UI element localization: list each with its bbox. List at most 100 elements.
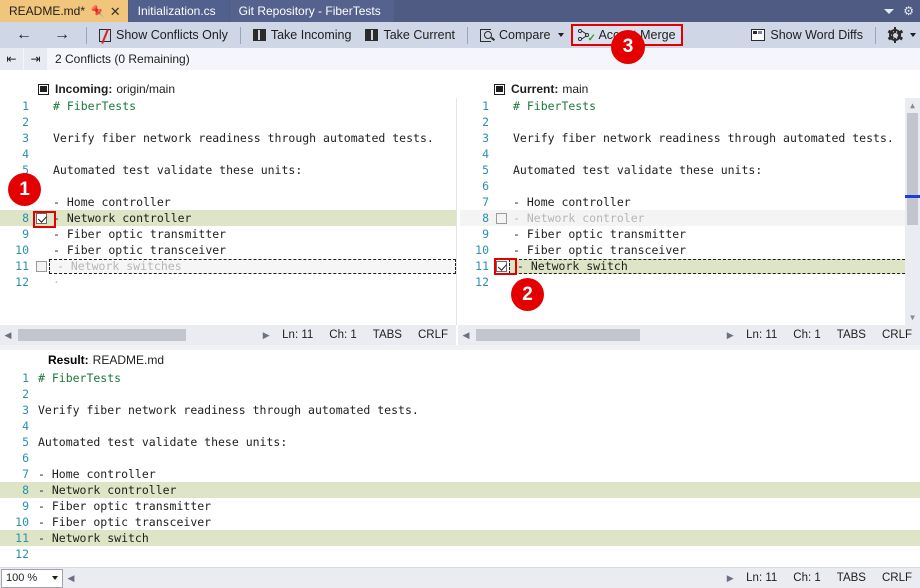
next-conflict-icon[interactable]: ⇥ [24, 48, 47, 70]
scrollbar-thumb[interactable] [907, 113, 918, 225]
result-hscroll-track[interactable] [79, 568, 722, 588]
code-line-row[interactable]: 2 [0, 114, 456, 130]
result-code-lines: 1# FiberTests23Verify fiber network read… [0, 370, 920, 562]
forward-button[interactable]: → [43, 24, 81, 46]
annotation-badge-3-label: 3 [623, 36, 634, 58]
code-line-row[interactable]: 11- Network switch [0, 530, 920, 546]
scroll-up-icon[interactable]: ▲ [905, 98, 920, 113]
result-hscroll-left-icon[interactable]: ◀ [63, 568, 79, 588]
zoom-level-select[interactable]: 100 % [1, 569, 63, 588]
current-hscroll-track[interactable] [474, 325, 722, 345]
code-line-row[interactable]: 7- Home controller [0, 194, 456, 210]
toolbar-separator-2 [240, 27, 241, 44]
code-line-row[interactable]: 5Automated test validate these units: [0, 162, 456, 178]
conflict-checkbox-slot [34, 213, 49, 224]
code-line-row[interactable]: 11 - Network switches [0, 258, 456, 274]
gear-icon-titlebar[interactable]: ⚙ [903, 4, 914, 18]
current-eol-indicator: CRLF [874, 329, 920, 341]
take-current-button[interactable]: Take Current [358, 24, 462, 46]
incoming-hscroll-thumb[interactable] [18, 329, 186, 341]
code-line-row[interactable]: 7- Home controller [0, 466, 920, 482]
code-line-row[interactable]: 9- Fiber optic transmitter [0, 226, 456, 242]
tab-strip-actions: ⚙ [884, 0, 920, 22]
conflict-checkbox[interactable] [496, 261, 507, 272]
line-number: 11 [0, 259, 34, 273]
show-word-diffs-button[interactable]: Show Word Diffs [744, 24, 870, 46]
hscroll-left-icon[interactable]: ◀ [0, 325, 16, 345]
code-line-row[interactable]: 9- Fiber optic transmitter [460, 226, 920, 242]
code-line-row[interactable]: 9- Fiber optic transmitter [0, 498, 920, 514]
code-line-row[interactable]: 2 [460, 114, 920, 130]
tab-initialization-cs[interactable]: Initialization.cs [129, 0, 229, 22]
code-line-row[interactable]: 3Verify fiber network readiness through … [0, 402, 920, 418]
scroll-down-icon[interactable]: ▼ [905, 310, 920, 325]
code-line-row[interactable]: 12· [0, 274, 456, 290]
compare-chevron-down-icon[interactable] [558, 33, 564, 37]
show-conflicts-only-button[interactable]: Show Conflicts Only [92, 24, 235, 46]
code-line-row[interactable]: 4 [460, 146, 920, 162]
incoming-tabs-indicator: TABS [365, 329, 410, 341]
previous-conflict-icon[interactable]: ⇤ [0, 48, 23, 70]
incoming-status-strip: ◀ ▶ Ln: 11 Ch: 1 TABS CRLF [0, 325, 456, 345]
tab-strip: README.md* 📌 ✕ Initialization.cs Git Rep… [0, 0, 920, 22]
compare-button[interactable]: Compare [473, 24, 571, 46]
code-line-row[interactable]: 10- Fiber optic transceiver [460, 242, 920, 258]
chevron-down-icon[interactable] [884, 9, 894, 14]
current-vertical-scrollbar[interactable]: ▲ ▼ [905, 98, 920, 325]
hscroll-right-icon-current[interactable]: ▶ [722, 325, 738, 345]
toolbar-separator-1 [86, 27, 87, 44]
current-hscroll-thumb[interactable] [476, 329, 640, 341]
toolbar-settings-button[interactable] [881, 24, 920, 46]
code-line-row[interactable]: 1# FiberTests [460, 98, 920, 114]
back-button[interactable]: ← [5, 24, 43, 46]
pin-icon[interactable]: 📌 [91, 5, 105, 18]
close-icon[interactable]: ✕ [110, 5, 121, 18]
result-filename: README.md [93, 353, 164, 367]
take-incoming-button[interactable]: Take Incoming [246, 24, 359, 46]
code-line-row[interactable]: 8- Network controller [0, 210, 456, 226]
tab-strip-spacer [394, 0, 885, 22]
code-line-row[interactable]: 1# FiberTests [0, 370, 920, 386]
conflict-checkbox[interactable] [36, 213, 47, 224]
take-incoming-icon [253, 29, 266, 41]
code-line-row[interactable]: 3Verify fiber network readiness through … [0, 130, 456, 146]
current-char-indicator: Ch: 1 [785, 329, 829, 341]
incoming-hscroll-track[interactable] [16, 325, 258, 345]
show-conflicts-only-label: Show Conflicts Only [116, 28, 228, 42]
code-line-row[interactable]: 12 [0, 546, 920, 562]
code-line-row[interactable]: 6 [0, 178, 456, 194]
code-line-row[interactable]: 4 [0, 146, 456, 162]
zoom-chevron-down-icon[interactable] [52, 576, 58, 580]
code-line-text: - Fiber optic transceiver [49, 243, 456, 257]
code-line-row[interactable]: 5Automated test validate these units: [0, 434, 920, 450]
code-line-row[interactable]: 6 [0, 450, 920, 466]
take-current-icon [365, 29, 378, 41]
code-line-text: - Network controler [509, 211, 920, 225]
code-line-row[interactable]: 11- Network switch [460, 258, 920, 274]
conflict-checkbox[interactable] [496, 213, 507, 224]
code-line-row[interactable]: 4 [0, 418, 920, 434]
code-line-row[interactable]: 8- Network controler [460, 210, 920, 226]
code-line-row[interactable]: 6 [460, 178, 920, 194]
code-line-row[interactable]: 7- Home controller [460, 194, 920, 210]
tab-readme[interactable]: README.md* 📌 ✕ [0, 0, 128, 22]
code-line-row[interactable]: 10- Fiber optic transceiver [0, 242, 456, 258]
conflict-checkbox[interactable] [36, 261, 47, 272]
conflict-dashed-outline: - Network switches [49, 259, 456, 274]
tab-git-repository[interactable]: Git Repository - FiberTests [230, 0, 394, 22]
settings-chevron-down-icon[interactable] [910, 33, 916, 37]
hscroll-right-icon[interactable]: ▶ [258, 325, 274, 345]
result-line-indicator: Ln: 11 [738, 572, 785, 584]
incoming-editor[interactable]: 1# FiberTests23Verify fiber network read… [0, 98, 456, 325]
result-hscroll-right-icon[interactable]: ▶ [722, 568, 738, 588]
code-line-row[interactable]: 2 [0, 386, 920, 402]
code-line-row[interactable]: 5Automated test validate these units: [460, 162, 920, 178]
result-editor[interactable]: 1# FiberTests23Verify fiber network read… [0, 370, 920, 565]
code-line-row[interactable]: 3Verify fiber network readiness through … [460, 130, 920, 146]
code-line-row[interactable]: 8- Network controller [0, 482, 920, 498]
code-line-row[interactable]: 1# FiberTests [0, 98, 456, 114]
code-line-text: # FiberTests [34, 371, 920, 385]
hscroll-left-icon-current[interactable]: ◀ [458, 325, 474, 345]
zoom-level-value: 100 % [6, 572, 37, 584]
code-line-row[interactable]: 10- Fiber optic transceiver [0, 514, 920, 530]
